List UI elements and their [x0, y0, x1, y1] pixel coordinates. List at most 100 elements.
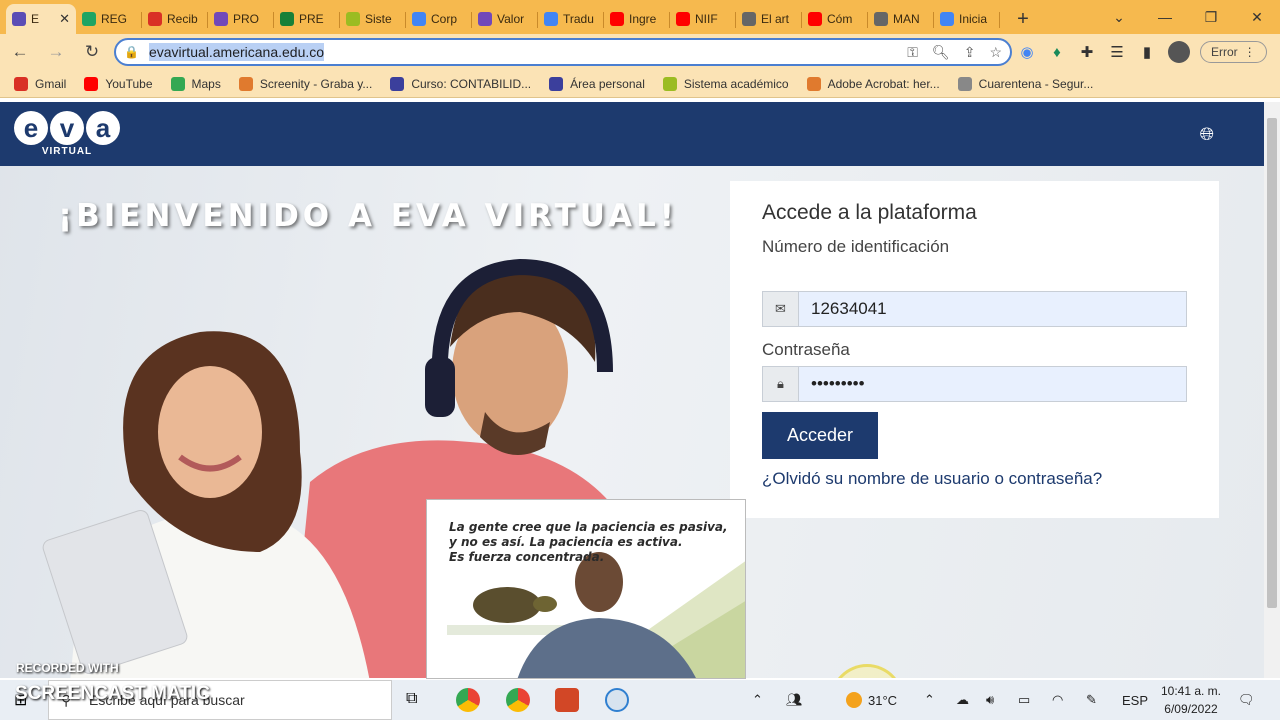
scrollbar-thumb[interactable]: [1267, 118, 1277, 608]
sun-icon: [846, 692, 862, 708]
tab-label: Siste: [365, 12, 392, 26]
extension-record-icon[interactable]: ◉: [1012, 43, 1042, 61]
bookmark-item[interactable]: Screenity - Graba y...: [238, 76, 372, 91]
submit-button[interactable]: Acceder: [762, 412, 878, 459]
share-icon[interactable]: ⇪: [964, 44, 976, 61]
tray-expand-icon[interactable]: ⌃: [752, 680, 763, 720]
bookmark-item[interactable]: Maps: [170, 76, 221, 91]
extensions-puzzle-icon[interactable]: ✚: [1072, 43, 1102, 61]
bookmark-label: Cuarentena - Segur...: [978, 76, 1094, 91]
browser-tab[interactable]: Inicia: [934, 4, 1000, 34]
onedrive-icon[interactable]: ☁: [956, 680, 969, 720]
battery-icon[interactable]: ▭: [1018, 680, 1030, 720]
lock-icon: [957, 76, 972, 91]
key-icon[interactable]: ⚿: [907, 44, 918, 61]
bookmark-item[interactable]: Curso: CONTABILID...: [390, 76, 531, 91]
password-value[interactable]: •••••••••: [799, 367, 1186, 401]
new-tab-button[interactable]: +: [1008, 4, 1038, 34]
screencast-matic-logo: SCREENCAST MATIC: [15, 683, 210, 704]
minimize-button[interactable]: —: [1142, 9, 1188, 25]
error-button[interactable]: Error ⋮: [1200, 41, 1267, 63]
browser-tab[interactable]: MAN: [868, 4, 934, 34]
browser-tab[interactable]: Cóm: [802, 4, 868, 34]
bookmarks-bar: Gmail YouTube Maps Screenity - Graba y... Cu…: [0, 70, 1280, 98]
browser-tab[interactable]: Valor: [472, 4, 538, 34]
address-bar[interactable]: 🔒 evavirtual.americana.edu.co ⚿ 🔍︎ ⇪ ☆: [114, 38, 1012, 66]
bookmark-item[interactable]: Gmail: [14, 76, 66, 91]
bookmark-item[interactable]: Sistema académico: [662, 76, 789, 91]
tab-list: E ✕ REG Recib PRO PRE Siste Corp Valor Tradu Ingre…: [0, 0, 1000, 34]
drive-icon: [82, 12, 96, 26]
bookmark-item[interactable]: Adobe Acrobat: her...: [806, 76, 940, 91]
quote-line: Es fuerza concentrada.: [449, 550, 605, 564]
back-button[interactable]: ←: [4, 36, 36, 68]
browser-tab[interactable]: E ✕: [6, 4, 76, 34]
forward-button[interactable]: →: [40, 36, 72, 68]
side-panel-icon[interactable]: ▮: [1132, 43, 1162, 61]
bookmark-label: YouTube: [105, 76, 153, 91]
forgot-password-link[interactable]: ¿Olvidó su nombre de usuario o contraseñ…: [762, 469, 1102, 489]
moodle-icon: [662, 76, 677, 91]
reading-list-icon[interactable]: ☰: [1102, 43, 1132, 61]
screencast-icon[interactable]: [605, 688, 629, 712]
id-label: Número de identificación: [762, 237, 950, 256]
id-value[interactable]: 12634041: [799, 292, 1186, 326]
password-field[interactable]: 🔒︎ •••••••••: [762, 366, 1187, 402]
quote-text: La gente cree que la paciencia es pasiva…: [449, 520, 728, 565]
browser-tab[interactable]: Tradu: [538, 4, 604, 34]
chrome-profile-icon[interactable]: [506, 688, 530, 712]
pen-icon[interactable]: ✎: [1086, 680, 1097, 720]
close-window-button[interactable]: ✕: [1234, 9, 1280, 26]
tab-strip: E ✕ REG Recib PRO PRE Siste Corp Valor Tradu Ingre…: [0, 0, 1280, 34]
browser-tab[interactable]: Corp: [406, 4, 472, 34]
wifi-icon[interactable]: ◠: [1052, 680, 1063, 720]
calendar-icon: [412, 12, 426, 26]
browser-tab[interactable]: REG: [76, 4, 142, 34]
page-scrollbar[interactable]: [1264, 102, 1280, 678]
restore-button[interactable]: ❐: [1188, 9, 1234, 26]
chrome-icon[interactable]: [456, 688, 480, 712]
eva-logo[interactable]: e v a VIRTUAL: [14, 111, 120, 157]
bookmark-star-icon[interactable]: ☆: [989, 44, 1002, 61]
maps-icon: [170, 76, 185, 91]
envelope-icon: ✉: [763, 292, 799, 326]
browser-tab[interactable]: Siste: [340, 4, 406, 34]
browser-tab[interactable]: PRO: [208, 4, 274, 34]
lock-icon[interactable]: 🔒: [124, 45, 139, 59]
language-indicator[interactable]: ESP: [1122, 680, 1148, 720]
password-label: Contraseña: [762, 340, 850, 359]
bookmark-item[interactable]: YouTube: [84, 76, 153, 91]
show-hidden-icons[interactable]: ⌃: [924, 680, 935, 720]
tab-search-icon[interactable]: ⌄: [1096, 9, 1142, 26]
volume-icon[interactable]: 🔊︎: [986, 680, 994, 720]
extension-pin-icon[interactable]: ♦: [1042, 44, 1072, 61]
tab-label: Tradu: [563, 12, 594, 26]
close-tab-icon[interactable]: ✕: [59, 11, 70, 27]
weather-widget[interactable]: 31°C: [846, 680, 897, 720]
profile-avatar[interactable]: [1168, 41, 1190, 63]
language-globe-icon[interactable]: 🌐︎: [1200, 124, 1214, 145]
tab-label: NIIF: [695, 12, 718, 26]
clock-time: 10:41 a. m.: [1160, 684, 1222, 698]
clock[interactable]: 10:41 a. m. 6/09/2022: [1152, 682, 1230, 718]
youtube-icon: [808, 12, 822, 26]
browser-tab[interactable]: Recib: [142, 4, 208, 34]
bookmark-item[interactable]: Área personal: [549, 76, 645, 91]
bookmark-item[interactable]: Cuarentena - Segur...: [957, 76, 1094, 91]
zoom-icon[interactable]: 🔍︎: [932, 44, 950, 61]
task-view-icon[interactable]: ⧉: [406, 690, 417, 708]
notifications-icon[interactable]: 🗨︎: [1238, 680, 1255, 720]
logo-letter-a: a: [86, 111, 120, 145]
browser-tab[interactable]: Ingre: [604, 4, 670, 34]
reload-button[interactable]: ↻: [76, 36, 108, 68]
id-field[interactable]: ✉ 12634041: [762, 291, 1187, 327]
browser-tab[interactable]: PRE: [274, 4, 340, 34]
login-card: Accede a la plataforma Número de identif…: [730, 181, 1219, 518]
browser-tab[interactable]: El art: [736, 4, 802, 34]
url-text[interactable]: evavirtual.americana.edu.co: [148, 43, 325, 61]
people-icon[interactable]: 👥︎: [786, 680, 803, 720]
sheets-icon: [280, 12, 294, 26]
forms-icon: [214, 12, 228, 26]
powerpoint-icon[interactable]: [555, 688, 579, 712]
browser-tab[interactable]: NIIF: [670, 4, 736, 34]
